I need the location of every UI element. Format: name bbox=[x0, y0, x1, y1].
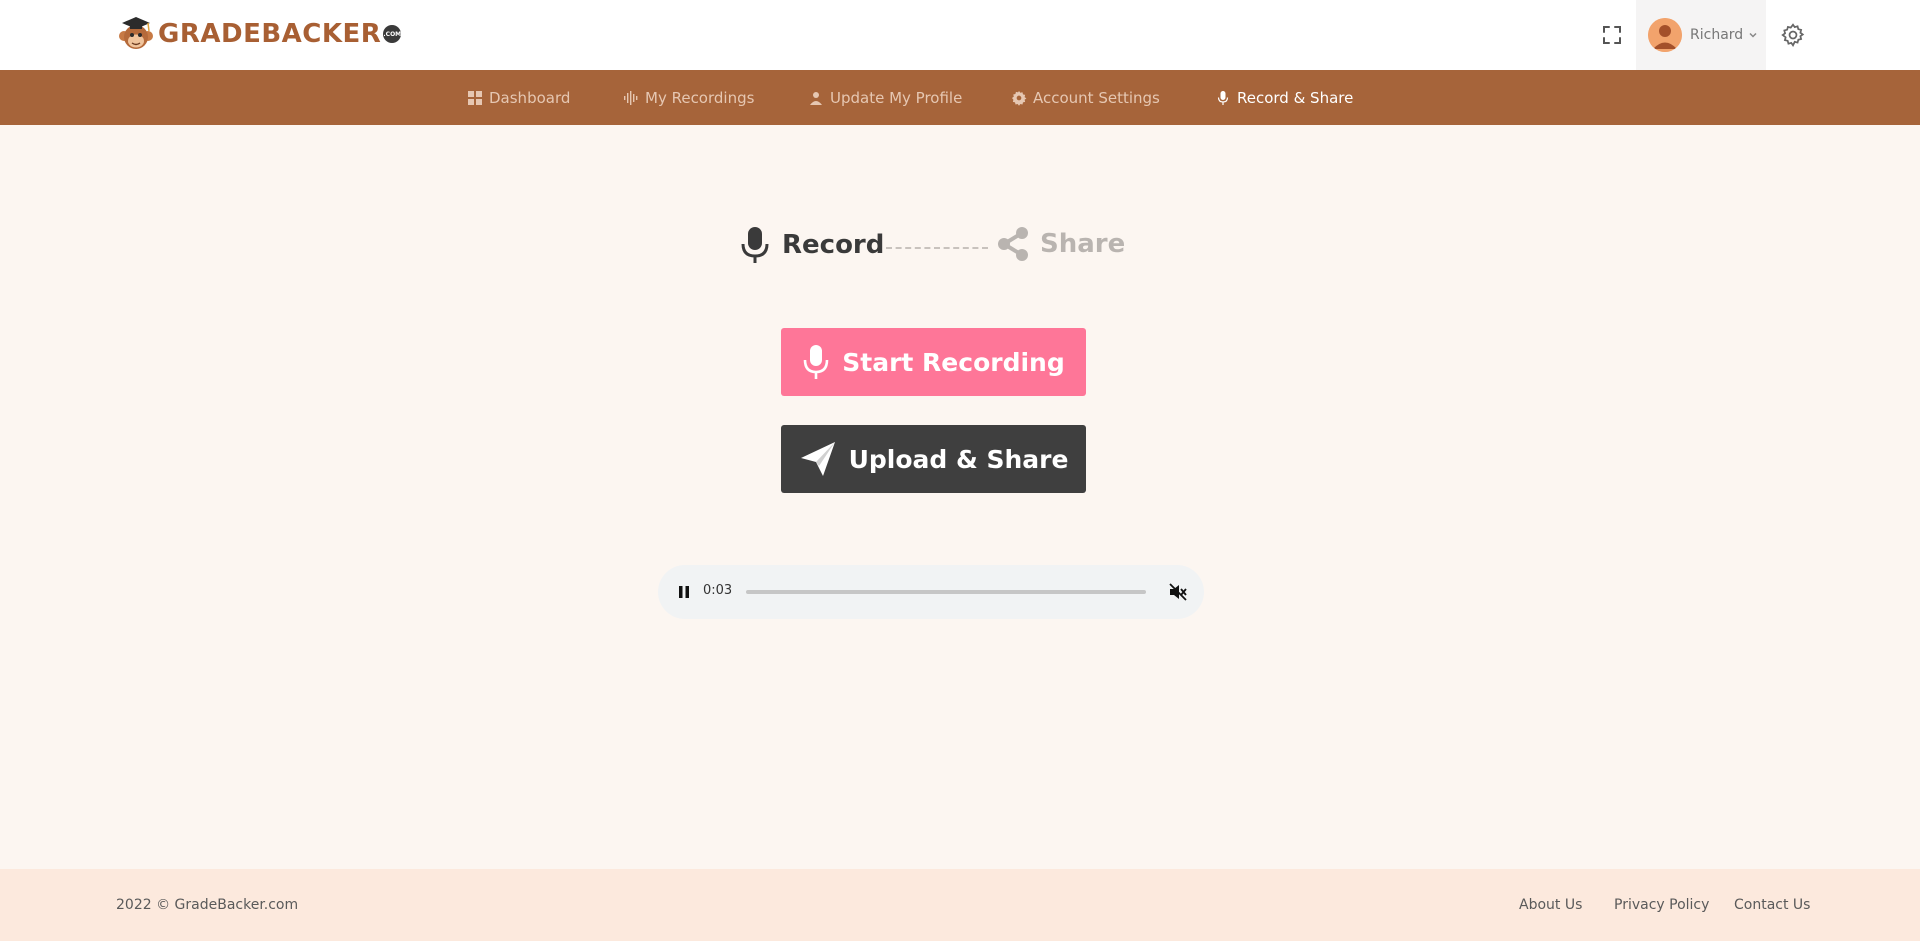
user-menu[interactable]: Richard bbox=[1636, 0, 1766, 70]
nav-my-recordings-label: My Recordings bbox=[645, 88, 755, 107]
audio-current-time: 0:03 bbox=[703, 583, 733, 598]
audio-player: 0:03 bbox=[658, 565, 1204, 619]
logo-com-badge: .COM bbox=[383, 25, 402, 43]
start-recording-button[interactable]: Start Recording bbox=[781, 328, 1086, 396]
gear-icon bbox=[1781, 23, 1805, 47]
microphone-icon bbox=[741, 227, 769, 263]
volume-muted-icon bbox=[1169, 583, 1187, 601]
nav-update-profile[interactable]: Update My Profile bbox=[808, 70, 962, 125]
footer-link-contact[interactable]: Contact Us bbox=[1734, 897, 1810, 913]
monkey-mascot-icon bbox=[119, 17, 153, 49]
nav-account-settings-label: Account Settings bbox=[1033, 88, 1160, 107]
step-share-label: Share bbox=[1040, 229, 1126, 259]
fullscreen-icon bbox=[1603, 26, 1621, 44]
nav-record-share-label: Record & Share bbox=[1237, 88, 1354, 107]
nav-update-profile-label: Update My Profile bbox=[830, 88, 963, 107]
audio-progress-bar[interactable] bbox=[746, 590, 1146, 594]
nav-dashboard[interactable]: Dashboard bbox=[467, 70, 570, 125]
settings-button[interactable] bbox=[1780, 22, 1806, 48]
gear-icon bbox=[1012, 90, 1027, 106]
logo[interactable]: GRADEBACKER .COM bbox=[116, 14, 402, 54]
step-record-label: Record bbox=[782, 230, 885, 260]
step-share: Share bbox=[996, 226, 1125, 262]
top-header: GRADEBACKER .COM Richard bbox=[0, 0, 1920, 70]
mute-button[interactable] bbox=[1166, 580, 1190, 604]
copyright-text: 2022 © GradeBacker.com bbox=[116, 897, 299, 913]
avatar bbox=[1648, 18, 1682, 52]
main-nav: Dashboard My Recordings Update My Profil… bbox=[0, 70, 1920, 125]
microphone-icon bbox=[1217, 90, 1229, 105]
microphone-icon bbox=[803, 345, 829, 379]
step-separator bbox=[886, 247, 988, 249]
footer-link-about[interactable]: About Us bbox=[1519, 897, 1582, 913]
fullscreen-button[interactable] bbox=[1600, 23, 1624, 47]
start-recording-label: Start Recording bbox=[842, 347, 1065, 377]
nav-dashboard-label: Dashboard bbox=[489, 88, 571, 107]
step-indicator: Record Share bbox=[740, 222, 1180, 272]
paper-plane-icon bbox=[800, 442, 835, 476]
user-avatar-icon bbox=[1648, 18, 1682, 52]
user-name: Richard bbox=[1690, 27, 1744, 43]
waveform-icon bbox=[624, 90, 638, 105]
upload-share-button[interactable]: Upload & Share bbox=[781, 425, 1086, 493]
upload-share-label: Upload & Share bbox=[848, 444, 1069, 474]
nav-my-recordings[interactable]: My Recordings bbox=[623, 70, 754, 125]
dashboard-icon bbox=[468, 90, 482, 105]
nav-record-share[interactable]: Record & Share bbox=[1215, 70, 1353, 125]
chevron-down-icon bbox=[1749, 32, 1757, 38]
share-icon bbox=[998, 227, 1028, 261]
logo-wordmark: GRADEBACKER bbox=[158, 19, 382, 49]
footer-link-privacy[interactable]: Privacy Policy bbox=[1614, 897, 1709, 913]
profile-icon bbox=[810, 91, 822, 105]
pause-button[interactable] bbox=[672, 580, 696, 604]
step-record: Record bbox=[740, 226, 884, 264]
footer: 2022 © GradeBacker.com About Us Privacy … bbox=[0, 869, 1920, 941]
nav-account-settings[interactable]: Account Settings bbox=[1011, 70, 1160, 125]
pause-icon bbox=[679, 586, 689, 598]
